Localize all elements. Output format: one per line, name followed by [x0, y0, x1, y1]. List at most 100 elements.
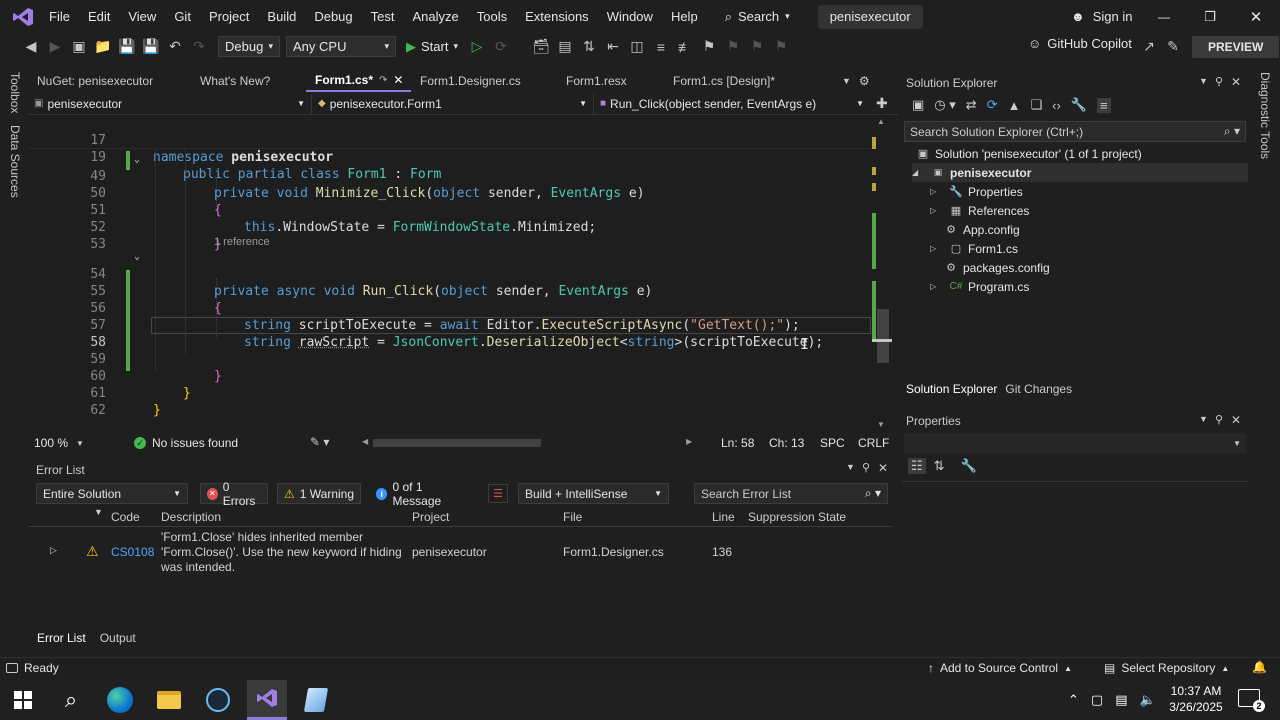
history-icon[interactable]: ◷ ▾	[934, 97, 955, 113]
file-explorer-icon[interactable]	[149, 680, 189, 720]
close-panel-icon[interactable]: ✕	[1231, 75, 1241, 89]
column-description[interactable]: Description	[161, 510, 221, 524]
solution-explorer-search-input[interactable]: Search Solution Explorer (Ctrl+;) ⌕ ▾	[904, 121, 1246, 142]
file-explorer-icon[interactable]: 🗃	[530, 36, 552, 58]
close-tab-icon[interactable]: ✕	[393, 73, 403, 87]
diagnostic-tools-tab[interactable]: Diagnostic Tools	[1258, 72, 1272, 159]
menu-build[interactable]: Build	[258, 0, 305, 33]
bookmark-icon[interactable]: ⚑	[698, 36, 720, 58]
editor-scrollbar[interactable]: ▲ ▼	[871, 115, 893, 433]
redo-icon[interactable]: ↷	[188, 36, 210, 58]
sign-in-button[interactable]: ☻ Sign in	[1071, 0, 1132, 33]
next-bookmark-icon[interactable]: ⚑	[746, 36, 768, 58]
comment-icon[interactable]: ≡	[650, 36, 672, 58]
collapsed-arrow-icon[interactable]: ▷	[930, 187, 944, 196]
windows-start-icon[interactable]	[3, 680, 43, 720]
tab-list-chevron-icon[interactable]: ▼	[842, 76, 851, 86]
navigate-forward-icon[interactable]: ▶	[44, 36, 66, 58]
filter-icon[interactable]: ☰	[488, 484, 508, 503]
warnings-filter-toggle[interactable]: ⚠ 1 Warning	[277, 483, 361, 504]
clear-bookmarks-icon[interactable]: ⚑	[770, 36, 792, 58]
sticky-scroll-header[interactable]: 17 namespace penisexecutor 19 public par…	[28, 115, 871, 182]
expanded-arrow-icon[interactable]: ◢	[912, 168, 926, 177]
new-project-icon[interactable]: ▣	[68, 36, 90, 58]
error-list-search-input[interactable]: Search Error List ⌕ ▾	[694, 483, 888, 504]
build-intellisense-select[interactable]: Build + IntelliSense ▼	[518, 483, 669, 504]
line-indicator[interactable]: Ln: 58	[721, 436, 754, 450]
split-editor-icon[interactable]: ✚	[876, 95, 888, 112]
collapse-all-icon[interactable]: ▲	[1008, 98, 1021, 113]
menu-git[interactable]: Git	[165, 0, 200, 33]
column-suppression-state[interactable]: Suppression State	[748, 510, 846, 524]
menu-analyze[interactable]: Analyze	[403, 0, 467, 33]
tab-output[interactable]: Output	[95, 631, 141, 645]
refresh-icon[interactable]: ⟳	[987, 97, 998, 113]
tab-form1-designer-cs[interactable]: Form1.Designer.cs	[411, 70, 557, 92]
close-panel-icon[interactable]: ✕	[1231, 413, 1241, 427]
collapsed-arrow-icon[interactable]: ▷	[930, 206, 944, 215]
menu-tools[interactable]: Tools	[468, 0, 516, 33]
preview-badge[interactable]: PREVIEW	[1192, 36, 1280, 58]
codelens-references[interactable]: 1 reference	[214, 236, 270, 248]
pin-icon[interactable]: ↷	[379, 75, 387, 86]
error-code-link[interactable]: CS0108	[111, 545, 154, 559]
volume-icon[interactable]: 🔈	[1140, 692, 1156, 708]
whitespace-indicator[interactable]: SPC	[820, 436, 845, 450]
properties-wrench-icon[interactable]: 🔧	[1071, 97, 1087, 113]
error-scope-select[interactable]: Entire Solution ▼	[36, 483, 188, 504]
open-file-icon[interactable]: 📁	[92, 36, 114, 58]
save-icon[interactable]: 💾	[116, 36, 138, 58]
tab-git-changes[interactable]: Git Changes	[1001, 382, 1076, 396]
sort-icon[interactable]: ▼	[94, 507, 103, 517]
member-dropdown[interactable]: ■ Run_Click(object sender, EventArgs e) ▼	[594, 94, 870, 114]
panel-menu-chevron-icon[interactable]: ▼	[1199, 76, 1208, 86]
steam-icon[interactable]	[198, 680, 238, 720]
scroll-down-icon[interactable]: ▼	[877, 420, 885, 429]
horizontal-scroll-thumb[interactable]	[373, 439, 541, 447]
pin-icon[interactable]: ⚲	[1215, 413, 1223, 426]
preview-selected-icon[interactable]: ≡	[1096, 97, 1111, 113]
zoom-select[interactable]: 100 % ▼	[34, 436, 84, 450]
line-ending-indicator[interactable]: CRLF	[858, 436, 889, 450]
notification-center-icon[interactable]: 2	[1238, 689, 1265, 712]
sync-icon[interactable]: ⇄	[966, 97, 977, 113]
collapsed-arrow-icon[interactable]: ▷	[930, 282, 944, 291]
layout-icon[interactable]: ▤	[554, 36, 576, 58]
alphabetical-icon[interactable]: ⇅	[934, 458, 945, 474]
align-left-icon[interactable]: ⇤	[602, 36, 624, 58]
tree-item-form1-cs[interactable]: ▷ ▢ Form1.cs	[930, 239, 1018, 258]
switch-views-icon[interactable]: ▣	[912, 97, 924, 113]
feedback-icon[interactable]: ✎	[1162, 35, 1184, 57]
prev-bookmark-icon[interactable]: ⚑	[722, 36, 744, 58]
hscroll-left-icon[interactable]: ◀	[362, 437, 368, 446]
start-debugging-button[interactable]: ▶ Start ▾	[406, 39, 458, 55]
restore-window-icon[interactable]: ❐	[1198, 0, 1222, 33]
pin-icon[interactable]: ⚲	[1215, 75, 1223, 88]
menu-window[interactable]: Window	[598, 0, 662, 33]
menu-debug[interactable]: Debug	[305, 0, 361, 33]
navigate-back-icon[interactable]: ◀	[20, 36, 42, 58]
project-dropdown[interactable]: ▣ penisexecutor ▼	[28, 93, 312, 114]
properties-object-select[interactable]: ▼	[904, 433, 1246, 453]
menu-help[interactable]: Help	[662, 0, 707, 33]
visual-studio-taskbar-icon[interactable]	[247, 679, 287, 720]
menu-test[interactable]: Test	[362, 0, 404, 33]
pin-icon[interactable]: ⚲	[862, 461, 870, 474]
format-icon[interactable]: ⇅	[578, 36, 600, 58]
tab-error-list[interactable]: Error List	[32, 631, 91, 645]
scroll-up-icon[interactable]: ▲	[877, 117, 885, 126]
github-copilot-button[interactable]: ☺ GitHub Copilot	[1028, 36, 1132, 51]
tree-solution[interactable]: ▣ Solution 'penisexecutor' (1 of 1 proje…	[916, 144, 1142, 163]
undo-icon[interactable]: ↶	[164, 36, 186, 58]
align-icon[interactable]: ◫	[626, 36, 648, 58]
code-view-icon[interactable]: ‹›	[1052, 98, 1061, 113]
menu-file[interactable]: File	[40, 0, 79, 33]
collapsed-arrow-icon[interactable]: ▷	[930, 244, 944, 253]
clock[interactable]: 10:37 AM 3/26/2025	[1166, 683, 1226, 715]
panel-menu-chevron-icon[interactable]: ▼	[1199, 414, 1208, 424]
hot-reload-icon[interactable]: ⟳	[490, 36, 512, 58]
visual-studio-logo-icon[interactable]	[6, 0, 40, 33]
code-editor[interactable]: 17 namespace penisexecutor 19 public par…	[28, 115, 871, 433]
tree-item-properties[interactable]: ▷ 🔧 Properties	[930, 182, 1023, 201]
edge-browser-icon[interactable]	[100, 680, 140, 720]
